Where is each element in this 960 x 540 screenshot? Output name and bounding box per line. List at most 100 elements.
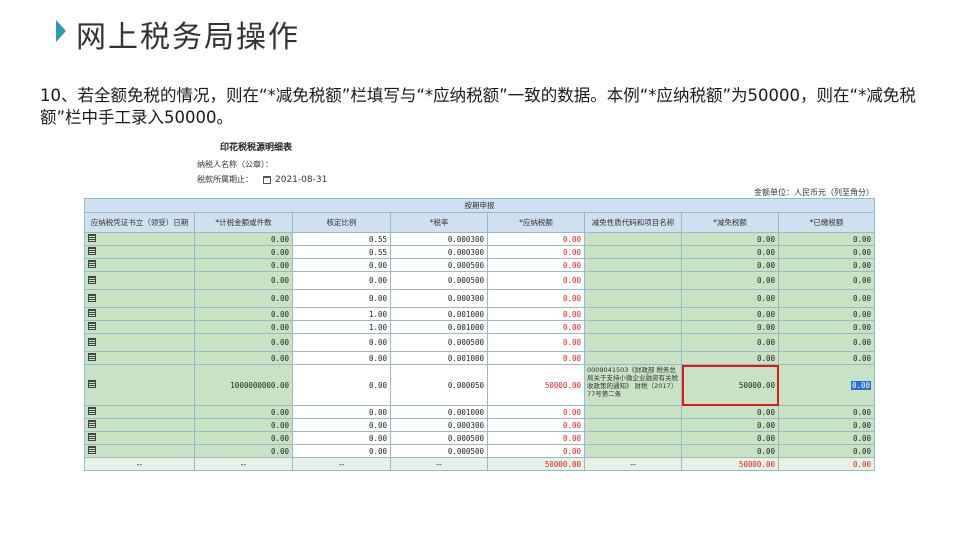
amount-cell[interactable]: 0.00: [194, 232, 293, 246]
paid-cell[interactable]: 0.00: [778, 232, 875, 246]
date-picker-icon[interactable]: [88, 420, 96, 428]
amount-cell[interactable]: 0.00: [194, 271, 293, 290]
paid-value[interactable]: 0.00: [853, 294, 871, 303]
amount-cell[interactable]: 0.00: [194, 431, 293, 445]
relief-code-cell[interactable]: [584, 271, 682, 290]
date-picker-icon[interactable]: [88, 407, 96, 415]
paid-cell[interactable]: 0.00: [778, 444, 875, 458]
paid-value[interactable]: 0.00: [853, 261, 871, 270]
amount-cell[interactable]: 0.00: [194, 444, 293, 458]
paid-value[interactable]: 0.00: [850, 380, 871, 390]
date-cell[interactable]: [84, 307, 195, 321]
paid-cell[interactable]: 0.00: [778, 364, 875, 406]
date-cell[interactable]: [84, 405, 195, 419]
date-cell[interactable]: [84, 418, 195, 432]
date-picker-icon[interactable]: [88, 446, 96, 454]
date-cell[interactable]: [84, 232, 195, 246]
relief-amount-cell[interactable]: 0.00: [681, 307, 779, 321]
relief-amount-cell[interactable]: 0.00: [681, 333, 779, 352]
relief-code-cell[interactable]: [584, 289, 682, 308]
relief-code-cell[interactable]: [584, 307, 682, 321]
date-cell[interactable]: [84, 258, 195, 272]
period-value[interactable]: 2021-08-31: [275, 175, 327, 185]
date-cell[interactable]: [84, 320, 195, 334]
amount-cell[interactable]: 0.00: [194, 418, 293, 432]
paid-value[interactable]: 0.00: [853, 338, 871, 347]
amount-cell[interactable]: 0.00: [194, 405, 293, 419]
paid-value[interactable]: 0.00: [853, 421, 871, 430]
paid-value[interactable]: 0.00: [853, 434, 871, 443]
relief-amount-cell[interactable]: 0.00: [681, 245, 779, 259]
paid-cell[interactable]: 0.00: [778, 333, 875, 352]
date-picker-icon[interactable]: [88, 247, 96, 255]
date-picker-icon[interactable]: [88, 337, 96, 346]
relief-amount-cell[interactable]: 0.00: [681, 271, 779, 290]
paid-value[interactable]: 0.00: [853, 408, 871, 417]
paid-cell[interactable]: 0.00: [778, 258, 875, 272]
relief-code-cell[interactable]: [584, 245, 682, 259]
paid-cell[interactable]: 0.00: [778, 431, 875, 445]
relief-code-cell[interactable]: [584, 351, 682, 365]
relief-amount-cell[interactable]: 0.00: [681, 258, 779, 272]
date-picker-icon[interactable]: [88, 275, 96, 284]
amount-cell[interactable]: 0.00: [194, 351, 293, 365]
date-picker-icon[interactable]: [88, 322, 96, 330]
amount-cell[interactable]: 0.00: [194, 307, 293, 321]
relief-code-cell[interactable]: [584, 232, 682, 246]
paid-value[interactable]: 0.00: [853, 235, 871, 244]
date-cell[interactable]: [84, 333, 195, 352]
relief-code-cell[interactable]: [584, 258, 682, 272]
paid-value[interactable]: 0.00: [853, 323, 871, 332]
relief-code-cell[interactable]: [584, 444, 682, 458]
amount-cell[interactable]: 0.00: [194, 258, 293, 272]
date-cell[interactable]: [84, 289, 195, 308]
date-cell[interactable]: [84, 444, 195, 458]
paid-value[interactable]: 0.00: [853, 354, 871, 363]
date-cell[interactable]: [84, 351, 195, 365]
relief-amount-cell[interactable]: 50000.00: [681, 364, 779, 406]
paid-cell[interactable]: 0.00: [778, 245, 875, 259]
amount-cell[interactable]: 1000000000.00: [194, 364, 293, 406]
date-picker-icon[interactable]: [88, 380, 96, 388]
date-picker-icon[interactable]: [88, 433, 96, 441]
paid-cell[interactable]: 0.00: [778, 418, 875, 432]
paid-cell[interactable]: 0.00: [778, 351, 875, 365]
date-picker-icon[interactable]: [88, 293, 96, 302]
relief-code-cell[interactable]: [584, 405, 682, 419]
date-cell[interactable]: [84, 245, 195, 259]
relief-code-cell[interactable]: [584, 431, 682, 445]
paid-value[interactable]: 0.00: [853, 310, 871, 319]
paid-value[interactable]: 0.00: [853, 276, 871, 285]
amount-cell[interactable]: 0.00: [194, 245, 293, 259]
relief-code-cell[interactable]: [584, 333, 682, 352]
date-picker-icon[interactable]: [88, 234, 96, 242]
date-picker-icon[interactable]: [88, 309, 96, 317]
amount-cell[interactable]: 0.00: [194, 320, 293, 334]
relief-code-cell[interactable]: [584, 418, 682, 432]
relief-code-cell[interactable]: [584, 320, 682, 334]
relief-code-cell[interactable]: 0009041503《财政部 税务总局关于支持小微企业融资有关税收政策的通知》 …: [584, 364, 682, 406]
relief-amount-cell[interactable]: 0.00: [681, 351, 779, 365]
date-cell[interactable]: [84, 271, 195, 290]
date-picker-icon[interactable]: [88, 353, 96, 361]
paid-cell[interactable]: 0.00: [778, 320, 875, 334]
date-cell[interactable]: [84, 364, 195, 406]
paid-cell[interactable]: 0.00: [778, 271, 875, 290]
relief-amount-cell[interactable]: 0.00: [681, 444, 779, 458]
amount-cell[interactable]: 0.00: [194, 289, 293, 308]
relief-amount-cell[interactable]: 0.00: [681, 320, 779, 334]
paid-cell[interactable]: 0.00: [778, 307, 875, 321]
paid-value[interactable]: 0.00: [853, 248, 871, 257]
relief-amount-cell[interactable]: 0.00: [681, 418, 779, 432]
relief-amount-cell[interactable]: 0.00: [681, 431, 779, 445]
paid-cell[interactable]: 0.00: [778, 289, 875, 308]
date-picker-icon[interactable]: [88, 260, 96, 268]
paid-value[interactable]: 0.00: [853, 447, 871, 456]
relief-amount-cell[interactable]: 0.00: [681, 289, 779, 308]
relief-amount-cell[interactable]: 0.00: [681, 405, 779, 419]
calendar-icon[interactable]: [263, 175, 271, 184]
paid-cell[interactable]: 0.00: [778, 405, 875, 419]
amount-cell[interactable]: 0.00: [194, 333, 293, 352]
date-cell[interactable]: [84, 431, 195, 445]
relief-amount-cell[interactable]: 0.00: [681, 232, 779, 246]
